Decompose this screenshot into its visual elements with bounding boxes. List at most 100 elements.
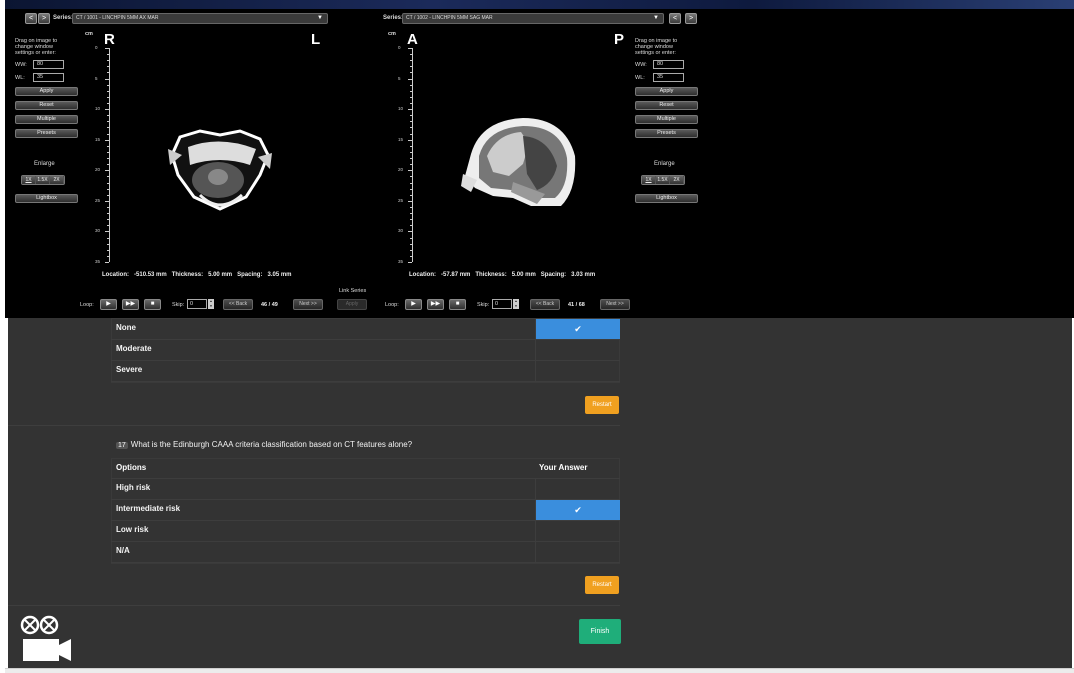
ruler-tick — [408, 200, 412, 202]
ruler-tick — [107, 225, 109, 227]
left-skip-input[interactable]: 0 — [187, 299, 207, 309]
ruler-tick — [408, 262, 412, 263]
left-reset-button[interactable]: Reset — [15, 101, 78, 110]
ruler-tick — [107, 127, 109, 129]
left-presets-button[interactable]: Presets — [15, 129, 78, 138]
ruler-tick — [107, 213, 109, 215]
right-ww-input[interactable]: 80 — [653, 60, 684, 69]
q16-option-row[interactable]: Severe — [111, 361, 620, 382]
left-prev-series-button[interactable]: < — [25, 13, 38, 24]
horizontal-scrollbar[interactable] — [5, 668, 1074, 673]
q16-answer-cell[interactable]: ✔ — [535, 319, 620, 339]
right-orientation-left: A — [407, 31, 418, 48]
right-series-label: Series: — [383, 15, 404, 21]
link-series-apply-button[interactable]: Apply — [337, 299, 367, 310]
right-reset-button[interactable]: Reset — [635, 101, 698, 110]
left-skip-spinner[interactable]: ▲ ▼ — [208, 299, 214, 309]
ruler-tick — [408, 48, 412, 49]
ruler-tick — [105, 78, 109, 80]
left-next-series-button[interactable]: > — [38, 13, 51, 24]
left-play-button[interactable]: ▶ — [100, 299, 117, 310]
ruler-label: 5 — [398, 75, 401, 81]
q17-option-row[interactable]: N/A — [111, 542, 620, 563]
left-series-select[interactable]: CT / 1001 - LINCHPIN 5MM AX MAR ▼ — [72, 13, 328, 24]
right-stop-button[interactable]: ■ — [449, 299, 466, 310]
q17-answer-cell[interactable] — [535, 479, 620, 499]
right-ct-sagittal-image[interactable] — [453, 112, 583, 212]
left-ct-axial-image[interactable] — [160, 125, 280, 215]
q16-option-row[interactable]: None ✔ — [111, 319, 620, 340]
q17-answer-cell[interactable] — [535, 521, 620, 541]
left-enlarge-1-5x[interactable]: 1.5X — [36, 176, 50, 184]
q17-option-row[interactable]: Low risk — [111, 521, 620, 542]
finish-button[interactable]: Finish — [579, 619, 621, 644]
right-skip-input[interactable]: 0 — [492, 299, 512, 309]
right-thickness-label: Thickness: — [475, 272, 507, 278]
left-wl-input[interactable]: 35 — [33, 73, 64, 82]
right-fast-play-button[interactable]: ▶▶ — [427, 299, 444, 310]
ruler-tick — [410, 188, 412, 190]
ruler-tick — [105, 139, 109, 141]
right-prev-series-button[interactable]: < — [669, 13, 682, 24]
left-apply-button[interactable]: Apply — [15, 87, 78, 96]
right-enlarge-1x[interactable]: 1X — [642, 176, 656, 184]
left-lightbox-button[interactable]: Lightbox — [15, 194, 78, 203]
q17-question-text: What is the Edinburgh CAAA criteria clas… — [130, 440, 413, 449]
right-enlarge-1-5x[interactable]: 1.5X — [656, 176, 670, 184]
ruler-tick — [107, 90, 109, 92]
right-skip-label: Skip: — [477, 302, 490, 308]
q17-restart-button[interactable]: Restart — [585, 576, 619, 594]
ruler-tick — [410, 127, 412, 129]
ruler-tick — [107, 188, 109, 190]
left-back-button[interactable]: << Back — [223, 299, 253, 310]
right-presets-button[interactable]: Presets — [635, 129, 698, 138]
q17-answer-cell[interactable] — [535, 542, 620, 562]
left-enlarge-2x[interactable]: 2X — [50, 176, 64, 184]
left-slice-counter: 46 / 49 — [261, 302, 278, 308]
ruler-tick — [410, 66, 412, 68]
right-skip-spinner[interactable]: ▲ ▼ — [513, 299, 519, 309]
right-wl-input[interactable]: 35 — [653, 73, 684, 82]
right-next-series-button[interactable]: > — [685, 13, 698, 24]
left-next-button[interactable]: Next >> — [293, 299, 323, 310]
ruler-tick — [105, 231, 109, 233]
right-apply-button[interactable]: Apply — [635, 87, 698, 96]
play-icon: ▶ — [106, 301, 111, 307]
q17-option-label: Low risk — [116, 525, 149, 534]
right-series-select[interactable]: CT / 1002 - LINCHPIN 5MM SAG MAR ▼ — [402, 13, 664, 24]
ruler-tick — [107, 60, 109, 62]
left-ww-input[interactable]: 80 — [33, 60, 64, 69]
ruler-tick — [410, 151, 412, 153]
left-stop-button[interactable]: ■ — [144, 299, 161, 310]
q16-answer-cell[interactable] — [535, 361, 620, 381]
left-orientation-left: R — [104, 31, 115, 48]
ruler-line — [109, 48, 110, 262]
q16-answer-cell[interactable] — [535, 340, 620, 360]
stop-icon: ■ — [150, 301, 155, 307]
ruler-tick — [107, 237, 109, 239]
ruler-tick — [107, 255, 109, 257]
ruler-tick — [410, 96, 412, 98]
right-next-button[interactable]: Next >> — [600, 299, 630, 310]
ruler-label: 15 — [95, 136, 101, 142]
left-enlarge-1x[interactable]: 1X — [22, 176, 36, 184]
right-lightbox-button[interactable]: Lightbox — [635, 194, 698, 203]
left-skip-label: Skip: — [172, 302, 185, 308]
q17-option-row[interactable]: Intermediate risk ✔ — [111, 500, 620, 521]
right-back-button[interactable]: << Back — [530, 299, 560, 310]
camera-icon[interactable] — [19, 614, 75, 664]
left-fast-play-button[interactable]: ▶▶ — [122, 299, 139, 310]
q17-option-row[interactable]: High risk — [111, 479, 620, 500]
left-multiple-button[interactable]: Multiple — [15, 115, 78, 124]
ruler-tick — [410, 194, 412, 196]
q16-restart-button[interactable]: Restart — [585, 396, 619, 414]
q17-answer-header: Your Answer — [539, 463, 588, 472]
ruler-line — [412, 48, 413, 262]
ruler-tick — [410, 84, 412, 86]
right-enlarge-2x[interactable]: 2X — [670, 176, 684, 184]
q17-answer-cell[interactable]: ✔ — [535, 500, 620, 520]
right-multiple-button[interactable]: Multiple — [635, 115, 698, 124]
ruler-tick — [410, 255, 412, 257]
right-play-button[interactable]: ▶ — [405, 299, 422, 310]
q16-option-row[interactable]: Moderate — [111, 340, 620, 361]
